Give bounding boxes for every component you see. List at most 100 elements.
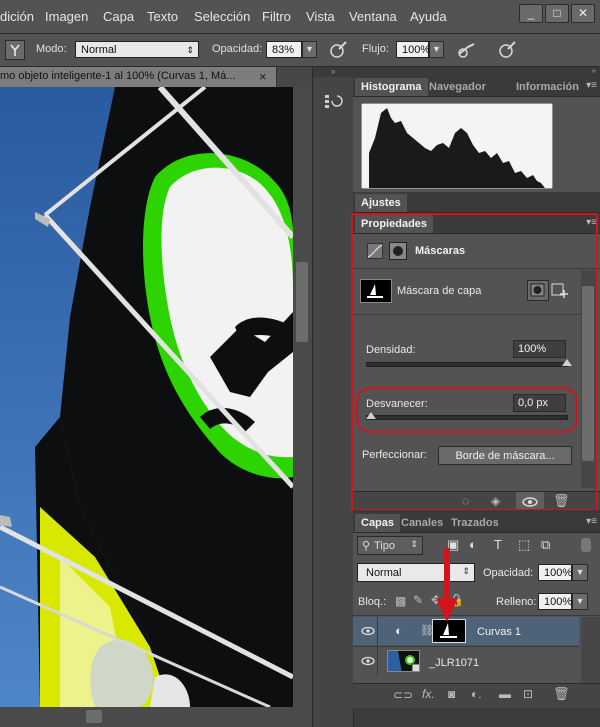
filter-text-icon[interactable]: T — [494, 537, 502, 552]
blend-mode-value: Normal — [366, 567, 402, 579]
new-layer-icon[interactable]: ⊡ — [523, 687, 533, 701]
fill-label: Relleno: — [496, 596, 537, 608]
filter-toggle[interactable] — [581, 538, 591, 552]
layers-tab-bar: Capas Canales Trazados ▾≡ — [353, 514, 600, 533]
fill-input[interactable]: 100% — [538, 593, 572, 610]
tab-informacion[interactable]: Información — [510, 78, 585, 96]
mode-value: Normal — [81, 44, 117, 56]
layer-style-icon[interactable]: fx. — [422, 687, 435, 701]
layer-row-jlr1071[interactable]: _JLR1071 — [353, 646, 579, 676]
menu-capa[interactable]: Capa — [103, 9, 134, 24]
adjustments-tab-bar: Ajustes — [353, 194, 600, 213]
filter-updown-icon: ⇕ — [410, 539, 418, 549]
updown-icon: ⇕ — [186, 45, 194, 55]
tab-ajustes[interactable]: Ajustes — [355, 194, 407, 212]
tab-canales[interactable]: Canales — [395, 514, 449, 532]
new-group-icon[interactable]: ▬ — [499, 687, 511, 701]
history-icon[interactable] — [322, 91, 344, 113]
layer-name[interactable]: Curvas 1 — [477, 626, 521, 638]
options-bar: Modo: Normal ⇕ Opacidad: 83% ▼ Flujo: 10… — [0, 34, 600, 67]
tab-histograma[interactable]: Histograma — [355, 78, 428, 96]
collapsed-panel-strip: » — [312, 67, 354, 727]
new-adjustment-icon[interactable]: ◐. — [471, 687, 482, 701]
menu-filtro[interactable]: Filtro — [262, 9, 291, 24]
properties-highlight-box — [351, 213, 598, 511]
flow-label: Flujo: — [362, 43, 389, 55]
horizontal-scroll-thumb[interactable] — [86, 710, 102, 723]
layer-row-curvas[interactable]: ◐ ⛓ Curvas 1 — [353, 617, 579, 645]
red-arrow-annotation — [436, 548, 458, 622]
menu-imagen[interactable]: Imagen — [45, 9, 88, 24]
pressure-size-icon[interactable] — [497, 40, 517, 64]
layer-visibility-eye-icon[interactable] — [360, 625, 376, 637]
link-layers-icon[interactable]: ⊂⊃ — [393, 688, 413, 702]
opacity-input[interactable]: 83% — [266, 41, 302, 58]
layer-visibility-eye-icon[interactable] — [360, 655, 376, 667]
document-title: mo objeto inteligente-1 al 100% (Curvas … — [0, 70, 236, 82]
document-tab[interactable]: mo objeto inteligente-1 al 100% (Curvas … — [0, 67, 277, 87]
collapse-arrows-icon[interactable]: » — [313, 67, 353, 77]
horizontal-scrollbar[interactable] — [0, 707, 312, 727]
layer-mask-thumbnail[interactable] — [432, 619, 466, 643]
panel-dock-header: » — [353, 66, 600, 78]
smart-object-thumbnail[interactable] — [387, 650, 420, 672]
minimize-button[interactable]: _ — [519, 4, 543, 23]
tool-preset-icon[interactable] — [5, 40, 25, 60]
blend-updown-icon: ⇕ — [462, 566, 470, 576]
feather-highlight-ellipse — [356, 387, 578, 433]
tab-bar-empty — [277, 67, 312, 87]
filter-type-label: Tipo — [374, 540, 395, 552]
opacity-label: Opacidad: — [212, 43, 263, 55]
document-canvas[interactable] — [0, 87, 293, 707]
histogram-chart — [361, 103, 553, 189]
filter-shape-icon[interactable]: ⬚ — [518, 537, 530, 553]
filter-smart-object-icon[interactable]: ⧉ — [541, 537, 550, 553]
layer-filter-select[interactable]: ⚲ Tipo ⇕ — [357, 536, 423, 555]
layer-opacity-label: Opacidad: — [483, 567, 534, 579]
layer-name[interactable]: _JLR1071 — [429, 657, 479, 669]
flow-dropdown-button[interactable]: ▼ — [429, 41, 444, 58]
pressure-opacity-icon[interactable] — [328, 40, 348, 64]
menu-bar: dición Imagen Capa Texto Selección Filtr… — [0, 0, 600, 34]
layers-footer: ⊂⊃ fx. ◙ ◐. ▬ ⊡ 🗑 — [353, 683, 600, 708]
filter-search-icon: ⚲ — [362, 540, 371, 552]
vertical-scrollbar[interactable] — [293, 87, 312, 707]
maximize-button[interactable]: □ — [545, 4, 569, 23]
opacity-dropdown-button[interactable]: ▼ — [302, 41, 317, 58]
vertical-scroll-thumb[interactable] — [296, 262, 308, 342]
lock-pixels-icon[interactable]: ✎ — [413, 593, 423, 607]
add-mask-icon[interactable]: ◙ — [448, 687, 455, 701]
layers-menu-icon[interactable]: ▾≡ — [586, 516, 597, 527]
menu-seleccion[interactable]: Selección — [194, 9, 250, 24]
histogram-tab-bar: Histograma Navegador Información ▾≡ — [353, 78, 600, 97]
filter-adjustment-icon[interactable]: ◐ — [469, 537, 477, 552]
kite-photo — [0, 87, 293, 707]
menu-ayuda[interactable]: Ayuda — [410, 9, 447, 24]
close-document-icon[interactable]: × — [259, 69, 267, 84]
fill-dropdown[interactable]: ▼ — [572, 593, 588, 610]
airbrush-icon[interactable] — [456, 40, 478, 64]
layers-scrollbar[interactable] — [581, 617, 600, 683]
histogram-panel — [353, 97, 600, 192]
menu-vista[interactable]: Vista — [306, 9, 335, 24]
lock-transparency-icon[interactable]: ▩ — [395, 594, 406, 608]
menu-ventana[interactable]: Ventana — [349, 9, 397, 24]
close-window-button[interactable]: ✕ — [571, 4, 595, 23]
delete-layer-icon[interactable]: 🗑 — [553, 686, 570, 702]
divider — [377, 617, 378, 645]
panel-menu-icon[interactable]: ▾≡ — [586, 80, 597, 91]
divider — [377, 647, 378, 676]
layer-opacity-input[interactable]: 100% — [538, 564, 572, 581]
layer-opacity-dropdown[interactable]: ▼ — [572, 564, 588, 581]
divider — [353, 615, 600, 616]
flow-input[interactable]: 100% — [396, 41, 430, 58]
collapse-icon[interactable]: » — [592, 66, 596, 75]
tab-trazados[interactable]: Trazados — [445, 514, 505, 532]
menu-edicion[interactable]: dición — [0, 9, 34, 24]
tab-navegador[interactable]: Navegador — [423, 78, 492, 96]
lock-label: Bloq.: — [358, 596, 387, 608]
tab-capas[interactable]: Capas — [355, 514, 401, 532]
mode-label: Modo: — [36, 43, 67, 55]
mode-select[interactable]: Normal ⇕ — [75, 41, 199, 58]
menu-texto[interactable]: Texto — [147, 9, 178, 24]
